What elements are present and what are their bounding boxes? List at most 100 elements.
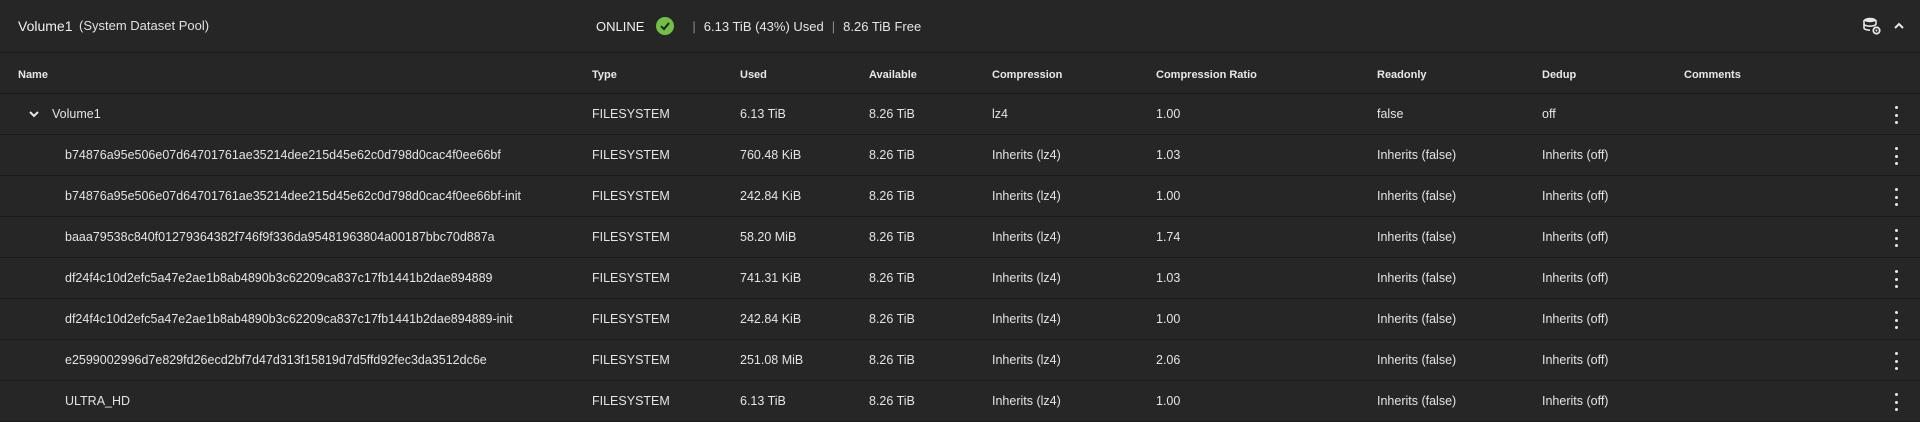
dataset-readonly: Inherits (false) (1377, 394, 1457, 408)
dataset-readonly: Inherits (false) (1377, 189, 1457, 203)
dataset-readonly: Inherits (false) (1377, 148, 1457, 162)
dataset-compression: Inherits (lz4) (992, 312, 1061, 326)
dataset-dedup: Inherits (off) (1542, 353, 1609, 367)
pool-name: Volume1 (18, 18, 73, 34)
dataset-ratio: 1.03 (1156, 271, 1181, 285)
dataset-available: 8.26 TiB (869, 189, 915, 203)
dataset-used: 58.20 MiB (740, 230, 797, 244)
dataset-dedup: off (1542, 107, 1556, 121)
dataset-used: 6.13 TiB (740, 107, 786, 121)
dataset-compression: Inherits (lz4) (992, 148, 1061, 162)
dataset-used: 242.84 KiB (740, 189, 802, 203)
dataset-type: FILESYSTEM (592, 353, 670, 367)
table-row[interactable]: e2599002996d7e829fd26ecd2bf7d47d313f1581… (0, 340, 1920, 381)
column-header-type[interactable]: Type (592, 69, 617, 81)
more-vert-icon[interactable] (1886, 311, 1906, 329)
dataset-available: 8.26 TiB (869, 107, 915, 121)
dataset-table-body: Volume1 FILESYSTEM 6.13 TiB 8.26 TiB lz4… (0, 94, 1920, 422)
separator: | (831, 18, 836, 34)
column-header-used[interactable]: Used (740, 69, 767, 81)
table-row[interactable]: Volume1 FILESYSTEM 6.13 TiB 8.26 TiB lz4… (0, 94, 1920, 135)
dataset-available: 8.26 TiB (869, 148, 915, 162)
dataset-ratio: 1.00 (1156, 312, 1181, 326)
dataset-dedup: Inherits (off) (1542, 394, 1609, 408)
dataset-used: 6.13 TiB (740, 394, 786, 408)
more-vert-icon[interactable] (1886, 229, 1906, 247)
dataset-ratio: 1.00 (1156, 189, 1181, 203)
more-vert-icon[interactable] (1886, 106, 1906, 124)
table-header: Name Type Used Available Compression Com… (0, 53, 1920, 94)
more-vert-icon[interactable] (1886, 188, 1906, 206)
column-header-compression[interactable]: Compression (992, 69, 1062, 81)
more-vert-icon[interactable] (1886, 147, 1906, 165)
dataset-type: FILESYSTEM (592, 230, 670, 244)
dataset-ratio: 1.74 (1156, 230, 1181, 244)
dataset-compression: Inherits (lz4) (992, 189, 1061, 203)
dataset-type: FILESYSTEM (592, 394, 670, 408)
dataset-dedup: Inherits (off) (1542, 312, 1609, 326)
check-circle-icon (656, 17, 675, 35)
dataset-type: FILESYSTEM (592, 148, 670, 162)
column-header-name[interactable]: Name (18, 69, 48, 81)
dataset-readonly: Inherits (false) (1377, 271, 1457, 285)
table-row[interactable]: ULTRA_HD FILESYSTEM 6.13 TiB 8.26 TiB In… (0, 381, 1920, 422)
dataset-readonly: Inherits (false) (1377, 312, 1457, 326)
dataset-type: FILESYSTEM (592, 189, 670, 203)
dataset-name: b74876a95e506e07d64701761ae35214dee215d4… (65, 148, 501, 162)
more-vert-icon[interactable] (1886, 352, 1906, 370)
dataset-name: ULTRA_HD (65, 394, 131, 408)
dataset-name: baaa79538c840f01279364382f746f9f336da954… (65, 230, 495, 244)
database-gear-icon[interactable] (1862, 16, 1882, 36)
dataset-available: 8.26 TiB (869, 312, 915, 326)
dataset-ratio: 1.03 (1156, 148, 1181, 162)
table-row[interactable]: df24f4c10d2efc5a47e2ae1b8ab4890b3c62209c… (0, 258, 1920, 299)
dataset-name: b74876a95e506e07d64701761ae35214dee215d4… (65, 189, 521, 203)
pool-subtitle: (System Dataset Pool) (79, 18, 210, 33)
dataset-compression: Inherits (lz4) (992, 394, 1061, 408)
dataset-ratio: 2.06 (1156, 353, 1181, 367)
dataset-used: 760.48 KiB (740, 148, 802, 162)
dataset-available: 8.26 TiB (869, 230, 915, 244)
column-header-available[interactable]: Available (869, 69, 917, 81)
dataset-readonly: false (1377, 107, 1404, 121)
table-row[interactable]: b74876a95e506e07d64701761ae35214dee215d4… (0, 135, 1920, 176)
separator: | (692, 18, 696, 34)
chevron-up-icon[interactable] (1892, 19, 1906, 33)
chevron-down-icon[interactable] (28, 108, 40, 123)
dataset-compression: Inherits (lz4) (992, 230, 1061, 244)
dataset-ratio: 1.00 (1156, 394, 1181, 408)
status-text: ONLINE (596, 18, 645, 34)
dataset-dedup: Inherits (off) (1542, 230, 1609, 244)
dataset-name: e2599002996d7e829fd26ecd2bf7d47d313f1581… (65, 353, 487, 367)
dataset-dedup: Inherits (off) (1542, 148, 1609, 162)
dataset-type: FILESYSTEM (592, 271, 670, 285)
free-summary: 8.26 TiB Free (843, 18, 922, 34)
dataset-available: 8.26 TiB (869, 353, 915, 367)
header-actions (1862, 16, 1906, 36)
dataset-used: 242.84 KiB (740, 312, 802, 326)
used-summary: 6.13 TiB (43%) Used (703, 18, 824, 34)
column-header-comments[interactable]: Comments (1684, 69, 1741, 81)
more-vert-icon[interactable] (1886, 393, 1906, 411)
table-row[interactable]: b74876a95e506e07d64701761ae35214dee215d4… (0, 176, 1920, 217)
table-row[interactable]: df24f4c10d2efc5a47e2ae1b8ab4890b3c62209c… (0, 299, 1920, 340)
dataset-name: df24f4c10d2efc5a47e2ae1b8ab4890b3c62209c… (65, 312, 513, 326)
dataset-available: 8.26 TiB (869, 271, 915, 285)
dataset-used: 741.31 KiB (740, 271, 802, 285)
dataset-type: FILESYSTEM (592, 312, 670, 326)
more-vert-icon[interactable] (1886, 270, 1906, 288)
dataset-compression: lz4 (992, 107, 1008, 121)
pool-header: Volume1 (System Dataset Pool) ONLINE | 6… (0, 0, 1920, 53)
dataset-readonly: Inherits (false) (1377, 353, 1457, 367)
pool-status: ONLINE | 6.13 TiB (43%) Used | 8.26 TiB … (596, 17, 921, 35)
table-row[interactable]: baaa79538c840f01279364382f746f9f336da954… (0, 217, 1920, 258)
column-header-ratio[interactable]: Compression Ratio (1156, 69, 1257, 81)
column-header-readonly[interactable]: Readonly (1377, 69, 1427, 81)
dataset-readonly: Inherits (false) (1377, 230, 1457, 244)
dataset-dedup: Inherits (off) (1542, 271, 1609, 285)
dataset-name: df24f4c10d2efc5a47e2ae1b8ab4890b3c62209c… (65, 271, 493, 285)
dataset-compression: Inherits (lz4) (992, 353, 1061, 367)
dataset-ratio: 1.00 (1156, 107, 1181, 121)
column-header-dedup[interactable]: Dedup (1542, 69, 1576, 81)
dataset-dedup: Inherits (off) (1542, 189, 1609, 203)
